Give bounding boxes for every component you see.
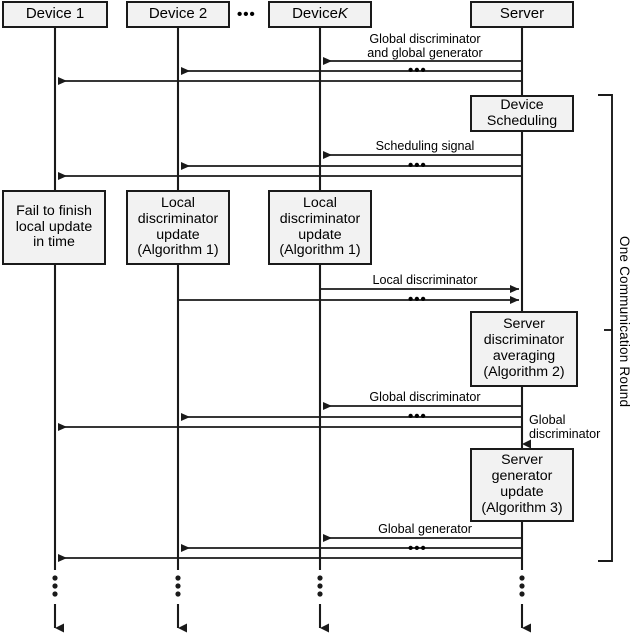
activity-box-server-discriminator-averaging: Server discriminator averaging (Algorith… [470, 311, 578, 387]
activity-box-device2-local-update: Local discriminator update (Algorithm 1) [126, 190, 230, 265]
participant-label-deviceK-italic: K [337, 5, 348, 23]
participant-head-device1: Device 1 [2, 1, 108, 28]
activity-box-device-scheduling: Device Scheduling [470, 95, 574, 132]
message-label-global-discriminator-and-generator: Global discriminator and global generato… [367, 32, 483, 61]
activity-box-device1-fail: Fail to finish local update in time [2, 190, 106, 265]
message-ellipsis-global-discriminator: ••• [408, 408, 427, 425]
one-communication-round-bracket [598, 94, 613, 562]
activity-box-server-generator-update: Server generator update (Algorithm 3) [470, 448, 574, 522]
participants-ellipsis: ••• [237, 6, 256, 23]
activity-box-deviceK-local-update: Local discriminator update (Algorithm 1) [268, 190, 372, 265]
participant-head-deviceK: Device K [268, 1, 372, 28]
participant-label-deviceK-plain: Device [292, 5, 338, 23]
message-label-global-generator: Global generator [378, 522, 472, 536]
message-ellipsis-local-discriminator: ••• [408, 291, 427, 308]
message-label-local-discriminator: Local discriminator [372, 273, 478, 287]
sequence-diagram: Device 1 Device 2 ••• Device K Server Gl… [0, 0, 640, 636]
participant-label-device1: Device 1 [25, 5, 85, 23]
message-ellipsis-scheduling-signal: ••• [408, 157, 427, 174]
participant-head-device2: Device 2 [126, 1, 230, 28]
message-label-global-discriminator: Global discriminator [369, 390, 481, 404]
message-label-global-discriminator-internal: Global discriminator [529, 413, 601, 442]
message-label-scheduling-signal: Scheduling signal [375, 139, 475, 153]
participant-label-server: Server [499, 5, 545, 23]
message-arrows [58, 57, 531, 562]
lifelines [53, 27, 524, 570]
participant-head-server: Server [470, 1, 574, 28]
continuation-arrows [53, 604, 531, 633]
bracket-label-one-communication-round: One Communication Round [617, 236, 632, 408]
message-ellipsis-global-generator: ••• [408, 540, 427, 557]
continuation-dots [52, 575, 525, 597]
participant-label-device2: Device 2 [148, 5, 208, 23]
message-ellipsis-global-discriminator-and-generator: ••• [408, 62, 427, 79]
